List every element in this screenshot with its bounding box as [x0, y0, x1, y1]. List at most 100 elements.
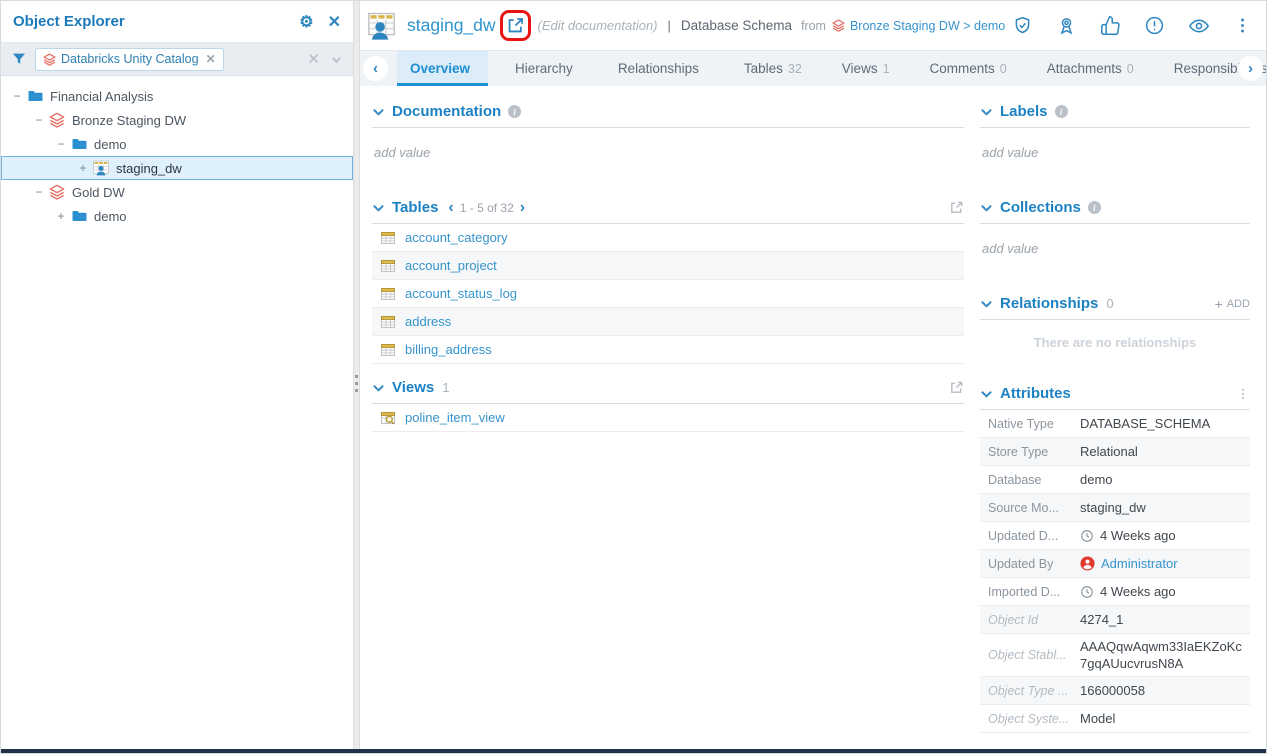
- table-row[interactable]: billing_address: [372, 336, 964, 364]
- tab-comments[interactable]: Comments0: [917, 51, 1020, 86]
- view-row[interactable]: poline_item_view: [372, 404, 964, 432]
- remove-filter-icon[interactable]: ✕: [206, 52, 216, 66]
- collapse-chevron-icon[interactable]: [980, 202, 993, 214]
- folder-icon: [70, 207, 88, 225]
- filter-dropdown-chevron-icon[interactable]: [330, 53, 343, 66]
- breadcrumb[interactable]: Bronze Staging DW > demo: [850, 19, 1005, 33]
- tree-item-label: demo: [94, 137, 127, 152]
- filter-funnel-icon[interactable]: [11, 51, 27, 67]
- close-panel-icon[interactable]: ✕: [328, 12, 341, 32]
- collapse-chevron-icon[interactable]: [980, 388, 993, 400]
- attribute-row: Imported D... 4 Weeks ago: [980, 578, 1250, 606]
- tree-item-label: Gold DW: [72, 185, 125, 200]
- tabs-scroll-left-icon[interactable]: [363, 56, 388, 81]
- object-type-label: Database Schema: [681, 18, 792, 33]
- expand-icon[interactable]: [76, 161, 90, 175]
- tree-item-financial-analysis[interactable]: Financial Analysis: [1, 84, 353, 108]
- tree-item-staging-dw-selected[interactable]: staging_dw: [1, 156, 353, 180]
- tree-item-demo[interactable]: demo: [1, 132, 353, 156]
- table-icon: [380, 342, 396, 358]
- tree-item-demo-gold[interactable]: demo: [1, 204, 353, 228]
- table-row[interactable]: account_project: [372, 252, 964, 280]
- relationships-empty-text: There are no relationships: [980, 320, 1250, 370]
- filter-chip-databricks[interactable]: Databricks Unity Catalog ✕: [35, 48, 224, 71]
- section-title: Labels: [1000, 103, 1048, 120]
- table-row[interactable]: address: [372, 308, 964, 336]
- collections-section-header: Collections: [980, 196, 1250, 224]
- tabs-scroll-right-icon[interactable]: [1238, 56, 1263, 81]
- table-link[interactable]: billing_address: [405, 342, 492, 357]
- tree-item-bronze-staging-dw[interactable]: Bronze Staging DW: [1, 108, 353, 132]
- expand-icon[interactable]: [54, 209, 68, 223]
- table-row[interactable]: account_status_log: [372, 280, 964, 308]
- documentation-section-header: Documentation: [372, 100, 964, 128]
- more-options-kebab-icon[interactable]: [1233, 16, 1252, 35]
- watchers-eye-icon[interactable]: [1188, 15, 1210, 37]
- tables-pagination: 1 - 5 of 32: [448, 200, 525, 216]
- attributes-section-header: Attributes: [980, 382, 1250, 410]
- collapse-chevron-icon[interactable]: [980, 298, 993, 310]
- labels-add-value[interactable]: add value: [980, 128, 1250, 184]
- open-editor-icon[interactable]: [506, 16, 525, 35]
- plus-icon: +: [1215, 296, 1223, 312]
- thumbs-up-icon[interactable]: [1100, 15, 1121, 36]
- tree-item-label: demo: [94, 209, 127, 224]
- app-window: Object Explorer ⚙ ✕ Databricks Unity Cat…: [0, 0, 1267, 754]
- edit-documentation-hint[interactable]: (Edit documentation): [538, 18, 658, 33]
- next-page-icon[interactable]: [520, 200, 525, 216]
- open-views-list-icon[interactable]: [949, 380, 964, 395]
- attributes-menu-kebab-icon[interactable]: [1236, 387, 1250, 401]
- collapse-chevron-icon[interactable]: [372, 202, 385, 214]
- table-link[interactable]: account_category: [405, 230, 508, 245]
- table-row[interactable]: account_category: [372, 224, 964, 252]
- warnings-alert-icon[interactable]: [1144, 15, 1165, 36]
- header-action-icons: [1012, 15, 1252, 37]
- tab-bar: Overview Hierarchy Relationships Tables3…: [360, 51, 1266, 86]
- clear-filter-icon[interactable]: ✕: [307, 50, 320, 68]
- overview-content: Documentation add value Tables 1 - 5 of …: [360, 86, 1266, 749]
- relationships-section-header: Relationships 0 + ADD: [980, 292, 1250, 320]
- from-label: from: [801, 19, 826, 33]
- verified-shield-icon[interactable]: [1012, 15, 1033, 36]
- table-link[interactable]: account_project: [405, 258, 497, 273]
- tab-views[interactable]: Views1: [829, 51, 903, 86]
- info-icon: [1088, 201, 1101, 214]
- table-icon: [380, 286, 396, 302]
- documentation-add-value[interactable]: add value: [372, 128, 964, 184]
- table-icon: [380, 230, 396, 246]
- main-panel: staging_dw (Edit documentation) | Databa…: [360, 1, 1266, 749]
- tree-filter-bar: Databricks Unity Catalog ✕ ✕: [1, 43, 353, 76]
- updated-by-link[interactable]: Administrator: [1101, 555, 1178, 572]
- views-count: 1: [442, 380, 449, 395]
- collapse-icon[interactable]: [32, 113, 46, 127]
- collections-add-value[interactable]: add value: [980, 224, 1250, 280]
- collapse-icon[interactable]: [32, 185, 46, 199]
- section-title: Collections: [1000, 199, 1081, 216]
- collapse-icon[interactable]: [10, 89, 24, 103]
- tree-item-label: staging_dw: [116, 161, 182, 176]
- collapse-chevron-icon[interactable]: [372, 382, 385, 394]
- splitter-handle-icon[interactable]: [355, 371, 358, 396]
- attribute-row: Object Syste... Model: [980, 705, 1250, 733]
- settings-gear-icon[interactable]: ⚙: [299, 12, 313, 32]
- table-link[interactable]: address: [405, 314, 451, 329]
- tab-overview[interactable]: Overview: [397, 51, 488, 86]
- tree-item-gold-dw[interactable]: Gold DW: [1, 180, 353, 204]
- tab-attachments[interactable]: Attachments0: [1034, 51, 1147, 86]
- view-link[interactable]: poline_item_view: [405, 410, 505, 425]
- table-link[interactable]: account_status_log: [405, 286, 517, 301]
- collapse-chevron-icon[interactable]: [372, 106, 385, 118]
- previous-page-icon[interactable]: [448, 200, 453, 216]
- add-relationship-button[interactable]: + ADD: [1215, 296, 1250, 312]
- tab-tables[interactable]: Tables32: [731, 51, 815, 86]
- annotation-highlight-box: [500, 10, 531, 41]
- open-tables-list-icon[interactable]: [949, 200, 964, 215]
- collapse-icon[interactable]: [54, 137, 68, 151]
- tab-hierarchy[interactable]: Hierarchy: [502, 51, 591, 86]
- collapse-chevron-icon[interactable]: [980, 106, 993, 118]
- panel-splitter[interactable]: [353, 1, 360, 749]
- attribute-row: Updated D... 4 Weeks ago: [980, 522, 1250, 550]
- certification-medal-icon[interactable]: [1056, 15, 1077, 36]
- tab-relationships[interactable]: Relationships: [605, 51, 717, 86]
- section-title: Views: [392, 379, 434, 396]
